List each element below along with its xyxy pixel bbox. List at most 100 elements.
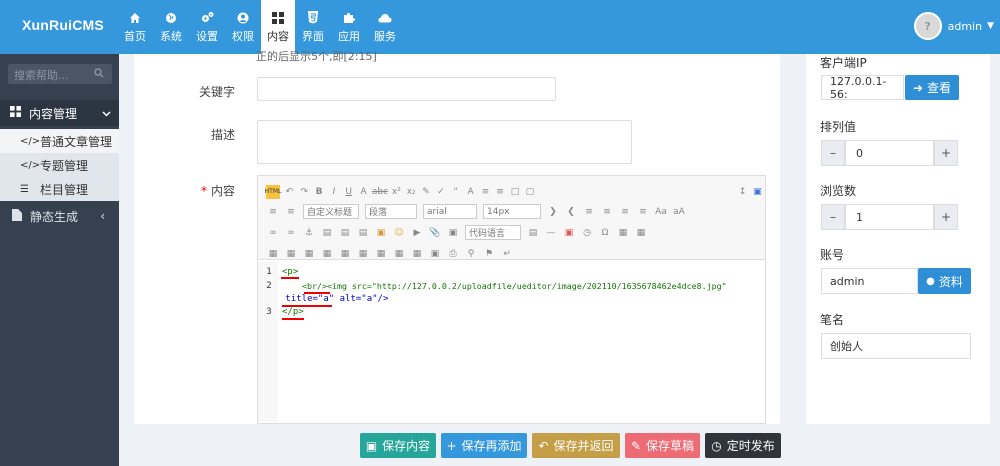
bold-icon[interactable]: B — [314, 185, 325, 199]
map-icon[interactable]: ▣ — [446, 226, 460, 240]
eraser-icon[interactable]: ✎ — [421, 185, 432, 199]
delete-col-icon[interactable]: ▦ — [302, 247, 316, 261]
insert-col-icon[interactable]: ▦ — [284, 247, 298, 261]
nav-home[interactable]: 首页 — [117, 0, 153, 54]
drafts-icon[interactable]: ⚑ — [482, 247, 496, 261]
view-ip-button[interactable]: ➜ 查看 — [905, 75, 959, 100]
search-replace-icon[interactable]: ⚲ — [464, 247, 478, 261]
lowercase-icon[interactable]: aA — [672, 205, 686, 219]
date-icon[interactable]: ▣ — [562, 226, 576, 240]
align-left-icon[interactable]: ≡ — [582, 205, 596, 219]
description-textarea[interactable] — [257, 120, 632, 164]
account-field[interactable]: admin — [821, 268, 918, 294]
uppercase-icon[interactable]: Aa — [654, 205, 668, 219]
preview-icon[interactable]: ▣ — [752, 185, 763, 199]
table-icon[interactable]: ▦ — [616, 226, 630, 240]
anchor-icon[interactable]: ⚓ — [302, 226, 316, 240]
image-center-icon[interactable]: ▤ — [338, 226, 352, 240]
nav-apps[interactable]: 应用 — [331, 0, 367, 54]
image-right-icon[interactable]: ▤ — [356, 226, 370, 240]
italic-icon[interactable]: I — [328, 185, 339, 199]
quote-icon[interactable]: “ — [450, 185, 461, 199]
row-spacing-icon[interactable]: ≡ — [266, 205, 280, 219]
nav-system[interactable]: 系统 — [153, 0, 189, 54]
user-menu[interactable]: ? admin ▼ — [913, 12, 994, 40]
sidebar-item-topics[interactable]: </> 专题管理 — [0, 153, 119, 177]
rich-text-editor[interactable]: HTML ↶ ↷ B I U A abc x² x₂ ✎ ✓ “ A ≡ ≡ □… — [257, 175, 766, 424]
indent-icon[interactable]: ≡ — [284, 205, 298, 219]
author-field[interactable]: 创始人 — [821, 333, 971, 359]
sidebar-item-articles[interactable]: </> 普通文章管理 — [0, 129, 119, 153]
clear-doc-icon[interactable]: ▢ — [524, 185, 535, 199]
format-painter-icon[interactable]: ✓ — [435, 185, 446, 199]
code-language-select[interactable]: 代码语言 — [465, 225, 521, 240]
line-height-icon[interactable]: ↕ — [737, 185, 748, 199]
save-and-back-button[interactable]: ↶ 保存并返回 — [532, 433, 620, 458]
paragraph-select[interactable]: 段落 — [365, 204, 417, 219]
horizontal-rule-icon[interactable]: — — [544, 226, 558, 240]
code-view[interactable]: 1 2 3 <p> <br/><img src="http://127.0.0.… — [258, 262, 765, 422]
special-chars-icon[interactable]: Ω — [598, 226, 612, 240]
superscript-icon[interactable]: x² — [391, 185, 402, 199]
video-icon[interactable]: ▶ — [410, 226, 424, 240]
template-icon[interactable]: ▤ — [526, 226, 540, 240]
redo-icon[interactable]: ↷ — [299, 185, 310, 199]
logo[interactable]: XunRuiCMS — [22, 17, 104, 33]
split-cols-icon[interactable]: ▦ — [410, 247, 424, 261]
link-icon[interactable]: ∞ — [266, 226, 280, 240]
align-right-icon[interactable]: ≡ — [618, 205, 632, 219]
nav-permissions[interactable]: 权限 — [225, 0, 261, 54]
print-icon[interactable]: ⎙ — [446, 247, 460, 261]
subscript-icon[interactable]: x₂ — [406, 185, 417, 199]
order-increment[interactable]: + — [934, 140, 958, 166]
order-decrement[interactable]: – — [821, 140, 845, 166]
search-icon[interactable] — [94, 68, 104, 81]
time-icon[interactable]: ◷ — [580, 226, 594, 240]
keywords-input[interactable] — [257, 77, 556, 101]
emotion-icon[interactable]: ☺ — [392, 226, 406, 240]
nav-services[interactable]: 服务 — [367, 0, 403, 54]
image-icon[interactable]: ▣ — [374, 226, 388, 240]
views-input[interactable]: 1 — [845, 204, 934, 230]
font-color-icon[interactable]: A — [465, 185, 476, 199]
merge-down-icon[interactable]: ▦ — [356, 247, 370, 261]
save-button[interactable]: ▣ 保存内容 — [360, 433, 436, 458]
nav-content[interactable]: 内容 — [261, 0, 295, 54]
custom-style-select[interactable]: 自定义标题 — [303, 204, 359, 219]
underline-icon[interactable]: U — [343, 185, 354, 199]
paste-icon[interactable]: ▣ — [428, 247, 442, 261]
align-center-icon[interactable]: ≡ — [600, 205, 614, 219]
save-and-add-button[interactable]: + 保存再添加 — [441, 433, 527, 458]
insert-row-icon[interactable]: ▦ — [634, 226, 648, 240]
nav-settings[interactable]: 设置 — [189, 0, 225, 54]
select-all-icon[interactable]: □ — [510, 185, 521, 199]
font-family-select[interactable]: arial — [423, 204, 477, 219]
views-decrement[interactable]: – — [821, 204, 845, 230]
unordered-list-icon[interactable]: ≡ — [495, 185, 506, 199]
account-profile-button[interactable]: ● 资料 — [918, 268, 971, 294]
save-draft-button[interactable]: ✎ 保存草稿 — [625, 433, 700, 458]
search-input[interactable]: 搜索帮助... — [8, 64, 112, 84]
strikethrough-icon[interactable]: abc — [372, 185, 388, 199]
sidebar-item-categories[interactable]: ☰ 栏目管理 — [0, 177, 119, 201]
unlink-icon[interactable]: ∞ — [284, 226, 298, 240]
delete-row-icon[interactable]: ▦ — [266, 247, 280, 261]
merge-right-icon[interactable]: ▦ — [338, 247, 352, 261]
schedule-publish-button[interactable]: ◷ 定时发布 — [705, 433, 781, 458]
order-input[interactable]: 0 — [845, 140, 934, 166]
merge-cells-icon[interactable]: ▦ — [320, 247, 334, 261]
enter-icon[interactable]: ↵ — [500, 247, 514, 261]
sidebar-section-content[interactable]: 内容管理 — [0, 100, 126, 126]
font-size-select[interactable]: 14px — [483, 204, 541, 219]
justify-icon[interactable]: ≡ — [636, 205, 650, 219]
sidebar-section-static[interactable]: 静态生成 ‹ — [0, 203, 119, 229]
image-left-icon[interactable]: ▤ — [320, 226, 334, 240]
html-source-icon[interactable]: HTML — [265, 184, 281, 199]
rtl-icon[interactable]: ❮ — [564, 205, 578, 219]
border-icon[interactable]: A — [358, 185, 369, 199]
views-increment[interactable]: + — [934, 204, 958, 230]
split-rows-icon[interactable]: ▦ — [392, 247, 406, 261]
ltr-icon[interactable]: ❯ — [546, 205, 560, 219]
split-cells-icon[interactable]: ▦ — [374, 247, 388, 261]
nav-interface[interactable]: 界面 — [295, 0, 331, 54]
